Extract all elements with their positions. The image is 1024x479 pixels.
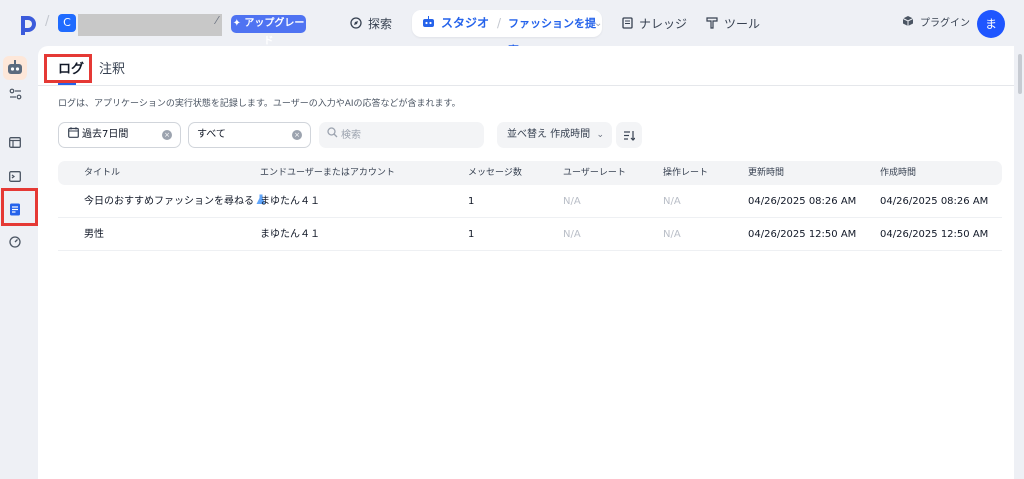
sort-dropdown[interactable]: 並べ替え 作成時間 ⌄ <box>497 122 612 148</box>
col-user: エンドユーザーまたはアカウント <box>260 168 395 178</box>
sort-descending-icon <box>624 130 635 141</box>
robot-icon <box>423 16 434 27</box>
nav-tools-label: ツール <box>724 17 761 31</box>
period-filter-value: 過去7日間 <box>82 129 129 140</box>
row-updated: 04/26/2025 12:50 AM <box>748 229 857 240</box>
nav-explore-label: 探索 <box>368 17 393 31</box>
logs-document-icon[interactable] <box>5 199 25 219</box>
nav-studio[interactable]: スタジオ / ファッションを提案 ⌄ <box>412 10 602 57</box>
right-edge <box>1014 46 1024 479</box>
search-input[interactable] <box>341 125 476 145</box>
nav-plugins[interactable]: プラグイン <box>902 13 972 35</box>
compass-icon <box>350 14 362 36</box>
col-messages: メッセージ数 <box>468 168 522 178</box>
row-user: まゆたん４１ <box>260 196 320 207</box>
row-updated: 04/26/2025 08:26 AM <box>748 196 857 207</box>
sort-direction-button[interactable] <box>616 122 642 148</box>
terminal-icon[interactable] <box>5 166 25 186</box>
upgrade-button[interactable]: ✦ アップグレード <box>231 15 306 47</box>
row-user-rate: N/A <box>563 229 581 240</box>
clear-period-icon[interactable]: × <box>162 130 172 140</box>
table-header: タイトル エンドユーザーまたはアカウント メッセージ数 ユーザーレート 操作レー… <box>58 161 1002 185</box>
scrollbar-thumb[interactable] <box>1018 54 1022 94</box>
user-avatar[interactable]: ま <box>977 10 1005 38</box>
row-op-rate: N/A <box>663 229 681 240</box>
left-rail <box>0 46 38 479</box>
row-created: 04/26/2025 12:50 AM <box>880 229 989 240</box>
table-row[interactable]: 男性 まゆたん４１ 1 N/A N/A 04/26/2025 12:50 AM … <box>58 218 1002 251</box>
tab-annotations[interactable]: 注釈 <box>99 58 125 77</box>
workspace-name-redacted[interactable] <box>78 14 222 36</box>
workspace-avatar[interactable]: C <box>58 14 76 32</box>
status-filter[interactable]: すべて × <box>188 122 311 148</box>
col-created: 作成時間 <box>880 168 917 178</box>
book-icon <box>622 14 633 36</box>
breadcrumb-separator: / <box>45 14 50 29</box>
col-title: タイトル <box>84 168 121 178</box>
col-op-rate: 操作レート <box>663 168 709 178</box>
col-updated: 更新時間 <box>748 168 785 178</box>
row-user: まゆたん４１ <box>260 229 320 240</box>
col-user-rate: ユーザーレート <box>563 168 626 178</box>
clear-status-icon[interactable]: × <box>292 130 302 140</box>
hammer-icon <box>706 14 718 36</box>
status-filter-value: すべて <box>197 129 226 140</box>
nav-separator: / <box>497 16 502 30</box>
row-user-rate: N/A <box>563 196 581 207</box>
page-description: ログは、アプリケーションの実行状態を記録します。ユーザーの入力やAIの応答などが… <box>58 99 461 109</box>
sort-label: 並べ替え 作成時間 <box>507 129 591 140</box>
nav-tools[interactable]: ツール <box>706 13 766 35</box>
overview-window-icon[interactable] <box>5 132 25 152</box>
workspace-switch-icon[interactable]: ⁄ <box>216 14 218 27</box>
nav-knowledge[interactable]: ナレッジ <box>622 13 692 35</box>
settings-sliders-icon[interactable] <box>5 84 25 104</box>
row-op-rate: N/A <box>663 196 681 207</box>
app-logo-icon[interactable] <box>18 14 38 36</box>
row-messages: 1 <box>468 229 475 240</box>
row-title: 今日のおすすめファッションを尋ねる <box>84 185 266 219</box>
nav-explore[interactable]: 探索 <box>350 13 410 35</box>
calendar-icon <box>68 123 79 147</box>
nav-knowledge-label: ナレッジ <box>639 17 688 31</box>
row-title: 男性 <box>84 229 104 240</box>
nav-studio-label: スタジオ <box>422 10 489 37</box>
app-bot-icon[interactable] <box>3 56 27 80</box>
tab-bar: ログ 注釈 <box>38 46 1014 86</box>
search-box[interactable] <box>319 122 484 148</box>
tab-log[interactable]: ログ <box>58 58 84 77</box>
active-tab-indicator <box>58 83 76 85</box>
cube-icon <box>902 14 914 36</box>
search-icon <box>327 127 338 141</box>
period-filter[interactable]: 過去7日間 × <box>58 122 181 148</box>
row-messages: 1 <box>468 196 475 207</box>
chevron-down-icon: ⌄ <box>596 130 604 140</box>
main-panel: ログ 注釈 ログは、アプリケーションの実行状態を記録します。ユーザーの入力やAI… <box>38 46 1014 479</box>
chevron-down-icon[interactable]: ⌄ <box>594 10 602 37</box>
table-row[interactable]: 今日のおすすめファッションを尋ねる まゆたん４１ 1 N/A N/A 04/26… <box>58 185 1002 218</box>
top-bar: / C ⁄ ✦ アップグレード 探索 スタジオ / ファッションを提案 ⌄ ナレ… <box>0 0 1024 57</box>
row-created: 04/26/2025 08:26 AM <box>880 196 989 207</box>
gauge-icon[interactable] <box>5 232 25 252</box>
nav-plugins-label: プラグイン <box>920 18 970 29</box>
